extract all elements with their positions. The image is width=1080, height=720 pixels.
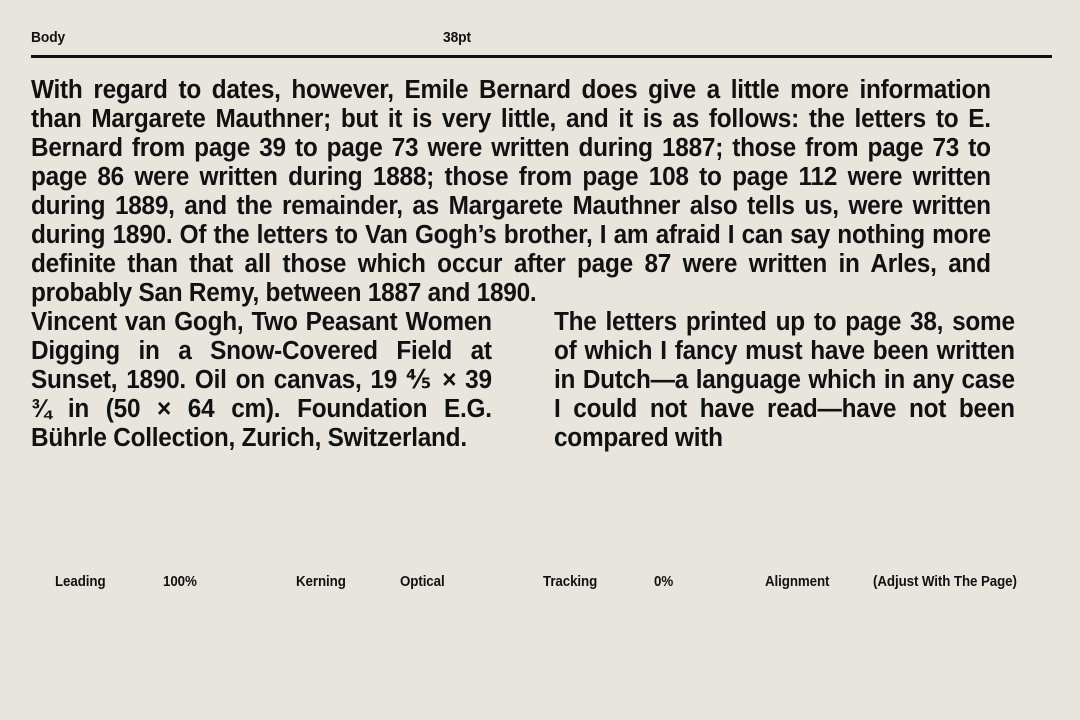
kerning-label: Kerning	[296, 574, 346, 590]
alignment-value[interactable]: (Adjust With The Page)	[873, 572, 1017, 592]
type-size-label: 38pt	[443, 29, 472, 46]
artwork-caption: Vincent van Gogh, Two Peasant Women Digg…	[31, 308, 492, 452]
leading-label: Leading	[55, 574, 106, 590]
right-column: The letters printed up to page 38, some …	[554, 308, 1037, 453]
tracking-label: Tracking	[543, 574, 598, 590]
alignment-label: Alignment	[765, 574, 830, 590]
section-label: Body	[31, 29, 66, 46]
left-column: Vincent van Gogh, Two Peasant Women Digg…	[31, 308, 514, 453]
body-text-block: With regard to dates, however, Emile Ber…	[31, 76, 1036, 308]
typography-specimen-page: Body 38pt With regard to dates, however,…	[0, 0, 1080, 720]
kerning-value[interactable]: Optical	[400, 572, 445, 592]
type-settings-bar: Leading 100% Kerning Optical Tracking 0%…	[0, 572, 1080, 596]
caption-columns: Vincent van Gogh, Two Peasant Women Digg…	[31, 308, 1036, 453]
body-paragraph: With regard to dates, however, Emile Ber…	[31, 76, 991, 307]
header-divider-rule	[31, 55, 1052, 58]
continued-body-text: The letters printed up to page 38, some …	[553, 308, 1015, 452]
specimen-header: Body 38pt	[31, 28, 1052, 52]
tracking-value[interactable]: 0%	[654, 572, 673, 592]
leading-value[interactable]: 100%	[163, 572, 197, 592]
